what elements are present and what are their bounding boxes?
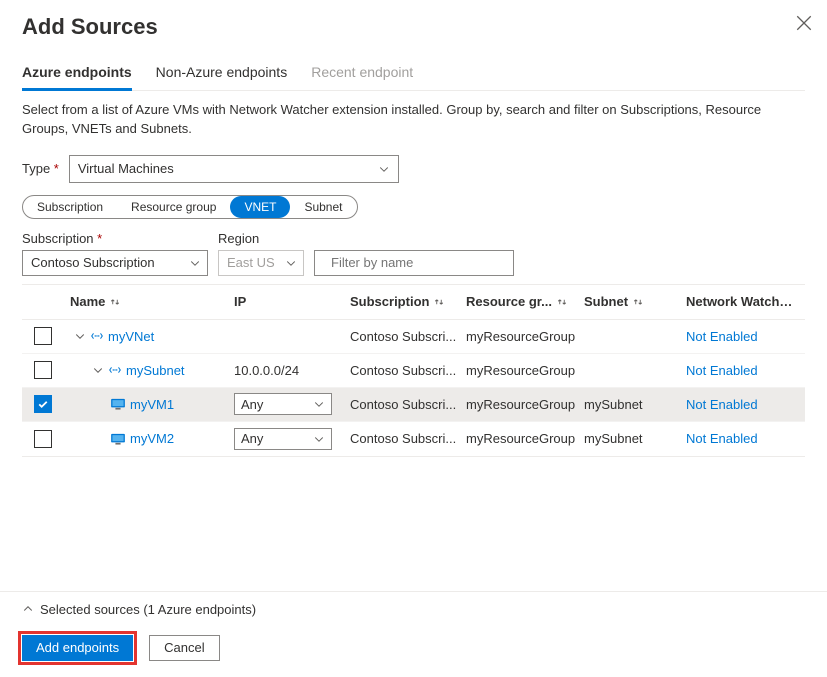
selected-sources-text: Selected sources (1 Azure endpoints) <box>40 602 256 617</box>
col-subscription-label: Subscription <box>350 294 429 309</box>
type-label: Type <box>22 161 59 176</box>
subscription-filter-label: Subscription <box>22 231 208 246</box>
sort-icon <box>109 296 121 308</box>
row-name-link[interactable]: myVNet <box>108 329 154 344</box>
col-ip[interactable]: IP <box>228 294 344 309</box>
row-checkbox[interactable] <box>34 395 52 413</box>
row-checkbox[interactable] <box>34 430 52 448</box>
add-endpoints-button[interactable]: Add endpoints <box>22 635 133 661</box>
cell-subnet: mySubnet <box>578 397 680 412</box>
type-select-value: Virtual Machines <box>78 161 174 176</box>
cancel-button[interactable]: Cancel <box>149 635 219 661</box>
filter-by-name[interactable] <box>314 250 514 276</box>
region-filter-value: East US <box>227 255 275 270</box>
chevron-down-icon[interactable] <box>92 364 104 376</box>
table-row[interactable]: myVM2 Any Contoso Subscri...myResourceGrou… <box>22 422 805 456</box>
chevron-down-icon <box>285 257 297 269</box>
table-row[interactable]: myVM1 Any Contoso Subscri...myResourceGrou… <box>22 388 805 422</box>
subscription-filter-select[interactable]: Contoso Subscription <box>22 250 208 276</box>
panel-description: Select from a list of Azure VMs with Net… <box>22 101 805 139</box>
col-subscription[interactable]: Subscription <box>344 294 460 309</box>
vm-icon <box>110 433 126 445</box>
tab-recent-endpoint[interactable]: Recent endpoint <box>311 60 413 90</box>
cell-subnet: mySubnet <box>578 431 680 446</box>
row-name-link[interactable]: myVM2 <box>130 431 174 446</box>
groupby-subnet[interactable]: Subnet <box>290 196 356 218</box>
chevron-up-icon <box>22 603 34 615</box>
subscription-filter-value: Contoso Subscription <box>31 255 155 270</box>
col-name-label: Name <box>70 294 105 309</box>
table-row[interactable]: mySubnet 10.0.0.0/24Contoso Subscri...myR… <box>22 354 805 388</box>
panel-title: Add Sources <box>22 14 805 40</box>
col-rg-label: Resource gr... <box>466 294 552 309</box>
network-watcher-ext-link[interactable]: Not Enabled <box>686 431 758 446</box>
col-ip-label: IP <box>234 294 246 309</box>
cell-subscription: Contoso Subscri... <box>344 329 460 344</box>
chevron-down-icon <box>313 398 325 410</box>
filter-by-name-input[interactable] <box>329 254 509 271</box>
ip-select[interactable]: Any <box>234 393 332 415</box>
ip-select[interactable]: Any <box>234 428 332 450</box>
col-resource-group[interactable]: Resource gr... <box>460 294 578 309</box>
network-watcher-ext-link[interactable]: Not Enabled <box>686 397 758 412</box>
chevron-down-icon <box>378 163 390 175</box>
table-header: Name IP Subscription Resource gr... Subn… <box>22 284 805 320</box>
selected-sources-bar[interactable]: Selected sources (1 Azure endpoints) <box>0 591 827 627</box>
col-name[interactable]: Name <box>64 294 228 309</box>
cell-resource-group: myResourceGroup <box>460 397 578 412</box>
tab-non-azure-endpoints[interactable]: Non-Azure endpoints <box>156 60 288 90</box>
close-icon <box>795 14 813 32</box>
cell-subscription: Contoso Subscri... <box>344 397 460 412</box>
chevron-down-icon[interactable] <box>74 330 86 342</box>
row-name-link[interactable]: mySubnet <box>126 363 185 378</box>
table-row[interactable]: myVNet Contoso Subscri...myResourceGroup N… <box>22 320 805 354</box>
tabs: Azure endpoints Non-Azure endpoints Rece… <box>22 60 805 91</box>
region-filter-select: East US <box>218 250 304 276</box>
close-button[interactable] <box>795 14 813 32</box>
chevron-down-icon <box>189 257 201 269</box>
groupby-resource-group[interactable]: Resource group <box>117 196 230 218</box>
network-watcher-ext-link[interactable]: Not Enabled <box>686 329 758 344</box>
cell-ip: Any <box>228 428 344 450</box>
search-spacer <box>314 231 514 246</box>
chevron-down-icon <box>313 433 325 445</box>
type-select[interactable]: Virtual Machines <box>69 155 399 183</box>
region-filter-label: Region <box>218 231 304 246</box>
row-checkbox[interactable] <box>34 361 52 379</box>
groupby-subscription[interactable]: Subscription <box>23 196 117 218</box>
cell-resource-group: myResourceGroup <box>460 431 578 446</box>
sort-icon <box>632 296 644 308</box>
cell-resource-group: myResourceGroup <box>460 329 578 344</box>
cell-ip: Any <box>228 393 344 415</box>
col-network-watcher-ext[interactable]: Network Watcher Ex... <box>680 294 805 309</box>
cell-ip: 10.0.0.0/24 <box>228 363 344 378</box>
groupby-vnet[interactable]: VNET <box>230 196 290 218</box>
row-checkbox[interactable] <box>34 327 52 345</box>
col-nwe-label: Network Watcher Ex... <box>686 294 799 309</box>
vnet-icon <box>90 329 104 343</box>
network-watcher-ext-link[interactable]: Not Enabled <box>686 363 758 378</box>
row-name-link[interactable]: myVM1 <box>130 397 174 412</box>
cell-subscription: Contoso Subscri... <box>344 363 460 378</box>
col-subnet[interactable]: Subnet <box>578 294 680 309</box>
tab-azure-endpoints[interactable]: Azure endpoints <box>22 60 132 91</box>
cell-subscription: Contoso Subscri... <box>344 431 460 446</box>
col-subnet-label: Subnet <box>584 294 628 309</box>
cell-resource-group: myResourceGroup <box>460 363 578 378</box>
groupby-segmented: Subscription Resource group VNET Subnet <box>22 195 358 219</box>
vm-icon <box>110 398 126 410</box>
vnet-icon <box>108 363 122 377</box>
sort-icon <box>433 296 445 308</box>
resources-table: Name IP Subscription Resource gr... Subn… <box>22 284 805 457</box>
sort-icon <box>556 296 568 308</box>
